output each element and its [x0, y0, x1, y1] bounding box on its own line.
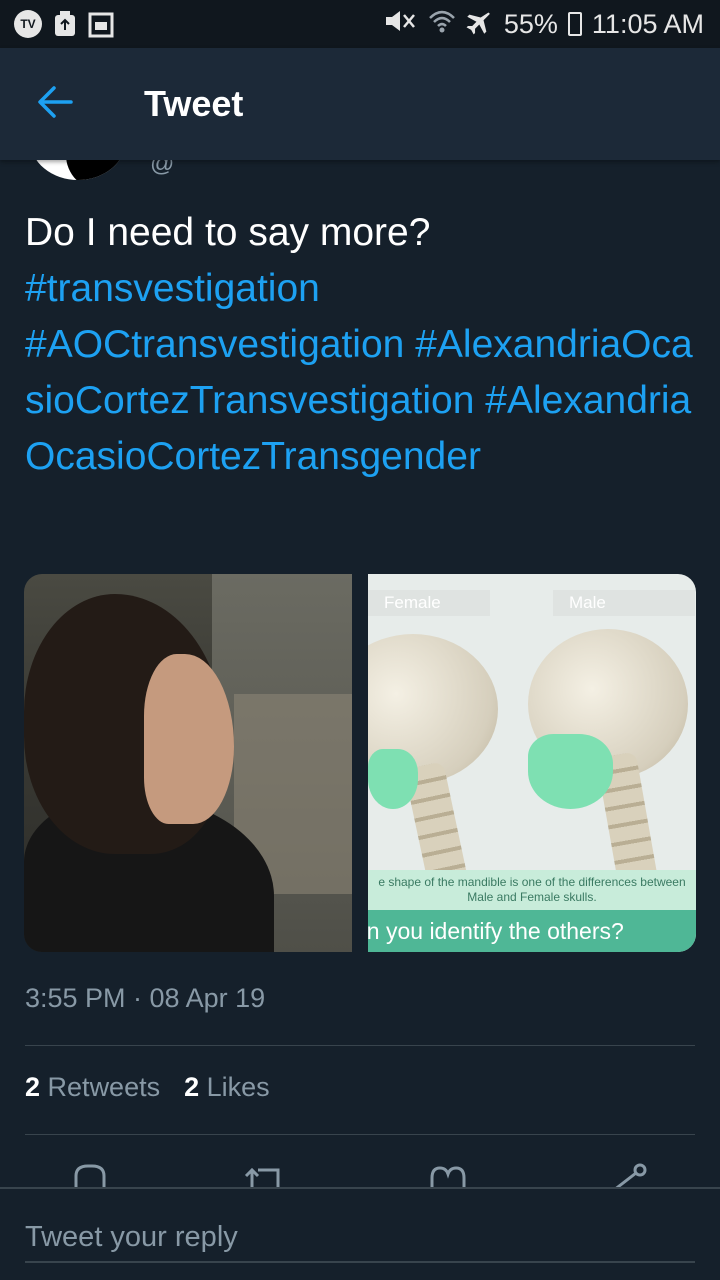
image-question: an you identify the others?: [368, 910, 696, 952]
reply-bar: [0, 1187, 720, 1280]
tweet-text: Do I need to say more? #transvestigation…: [25, 205, 695, 485]
wifi-icon: [428, 8, 456, 41]
storage-icon: [88, 10, 114, 38]
divider: [25, 1045, 695, 1046]
tweet-stats: 2 Retweets 2 Likes: [25, 1072, 270, 1103]
battery-icon: [567, 12, 582, 36]
arrow-left-icon: [37, 85, 73, 124]
hashtag-link[interactable]: #AOCtransvestigation: [25, 323, 404, 366]
divider: [25, 1134, 695, 1135]
tweet-body: Do I need to say more?: [25, 211, 431, 254]
retweet-icon[interactable]: [236, 1160, 296, 1190]
label-female: Female: [368, 590, 490, 616]
media-image-skulls[interactable]: Female Male e shape of the mandible is o…: [368, 574, 696, 952]
media-image-photo[interactable]: [24, 574, 352, 952]
airplane-icon: [466, 7, 494, 42]
label-male: Male: [553, 590, 695, 616]
app-bar: Tweet: [0, 48, 720, 160]
battery-percent: 55%: [503, 8, 558, 39]
status-bar: TV 55% 11:05 AM: [0, 0, 720, 48]
tweet-timestamp: 3:55 PM · 08 Apr 19: [25, 983, 266, 1013]
clock: 11:05 AM: [591, 8, 704, 39]
action-row: [0, 1150, 720, 1190]
hashtag-link[interactable]: #transvestigation: [25, 267, 320, 310]
mute-icon: [382, 7, 418, 42]
tv-icon: TV: [14, 10, 42, 38]
recycle-icon: [52, 10, 78, 38]
retweets-stat[interactable]: 2 Retweets: [25, 1072, 160, 1103]
reply-input[interactable]: [25, 1213, 695, 1263]
like-icon[interactable]: [418, 1160, 478, 1190]
reply-icon[interactable]: [60, 1160, 120, 1190]
mandible-male: [528, 734, 613, 809]
likes-stat[interactable]: 2 Likes: [184, 1072, 270, 1103]
page-title: Tweet: [144, 83, 244, 124]
image-caption: e shape of the mandible is one of the di…: [368, 870, 696, 910]
back-button[interactable]: [0, 48, 110, 160]
mandible-female: [368, 749, 418, 809]
tweet-media: Female Male e shape of the mandible is o…: [24, 574, 696, 952]
share-icon[interactable]: [598, 1160, 658, 1190]
